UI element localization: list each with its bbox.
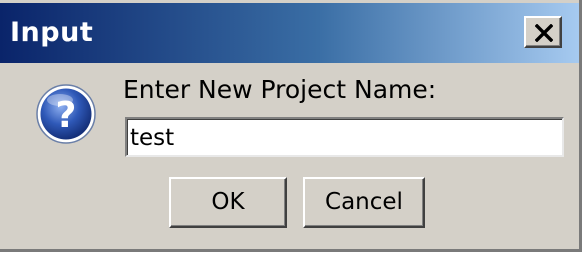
question-icon: ?: [36, 84, 96, 144]
title-bar[interactable]: Input: [0, 3, 579, 63]
cancel-button[interactable]: Cancel: [303, 177, 425, 228]
project-name-input[interactable]: test: [125, 117, 564, 157]
close-icon: [535, 24, 553, 42]
svg-text:?: ?: [56, 95, 77, 136]
window-title: Input: [10, 17, 94, 48]
close-button[interactable]: [524, 16, 562, 48]
input-dialog: Input ? Enter New Project Name: test OK …: [0, 0, 582, 252]
prompt-label: Enter New Project Name:: [123, 75, 437, 104]
ok-button[interactable]: OK: [169, 177, 287, 228]
